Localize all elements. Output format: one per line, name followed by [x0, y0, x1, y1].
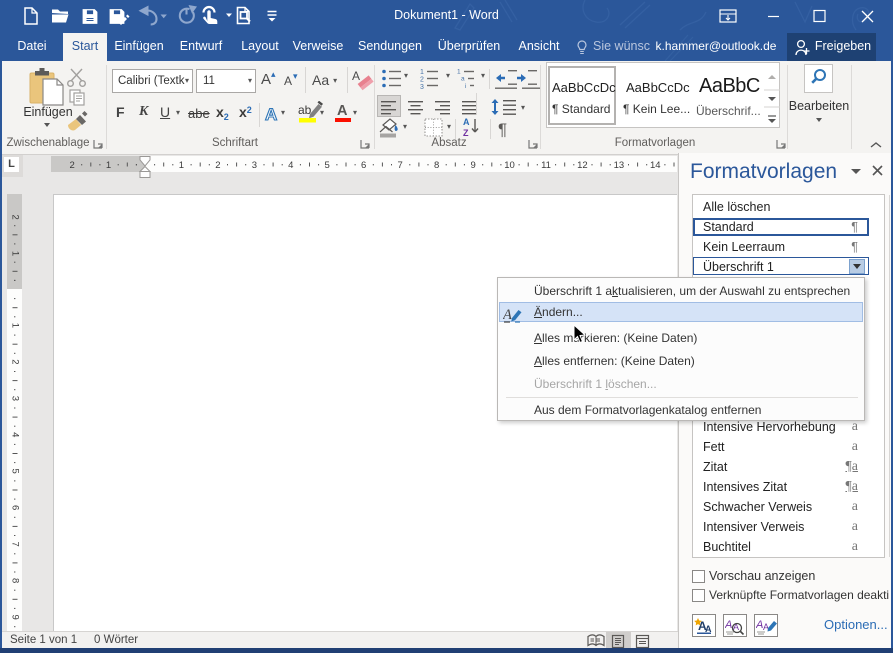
svg-text:5: 5 [9, 469, 20, 474]
svg-text:A: A [725, 619, 732, 631]
svg-text:9: 9 [9, 614, 20, 619]
svg-text:7: 7 [398, 160, 403, 171]
svg-text:12: 12 [577, 160, 588, 171]
svg-text:1: 1 [179, 160, 184, 171]
svg-text:4: 4 [9, 432, 20, 437]
svg-text:a: a [461, 76, 465, 83]
svg-text:A: A [463, 117, 470, 127]
svg-text:2: 2 [9, 214, 20, 219]
svg-text:2: 2 [420, 77, 424, 84]
svg-text:2: 2 [215, 160, 220, 171]
svg-text:13: 13 [614, 160, 625, 171]
svg-text:A: A [265, 105, 277, 124]
svg-text:3: 3 [252, 160, 257, 171]
svg-text:1: 1 [420, 69, 424, 76]
svg-text:i: i [465, 83, 466, 90]
svg-text:4: 4 [288, 160, 293, 171]
svg-text:ab: ab [298, 103, 312, 117]
svg-text:6: 6 [361, 160, 366, 171]
svg-text:A: A [503, 307, 512, 323]
svg-text:5: 5 [325, 160, 330, 171]
svg-text:1: 1 [457, 69, 461, 76]
svg-text:1: 1 [9, 323, 20, 328]
svg-text:3: 3 [420, 84, 424, 91]
svg-text:7: 7 [9, 542, 20, 547]
svg-text:6: 6 [9, 505, 20, 510]
svg-text:1: 1 [9, 251, 20, 256]
svg-text:11: 11 [541, 160, 551, 171]
svg-text:14: 14 [650, 160, 661, 171]
svg-text:2: 2 [69, 160, 74, 171]
svg-text:A: A [352, 69, 360, 83]
svg-text:10: 10 [504, 160, 515, 171]
svg-text:8: 8 [434, 160, 439, 171]
svg-text:1: 1 [106, 160, 111, 171]
svg-text:2: 2 [9, 359, 20, 364]
svg-text:3: 3 [9, 396, 20, 401]
svg-text:8: 8 [9, 578, 20, 583]
svg-text:9: 9 [470, 160, 475, 171]
